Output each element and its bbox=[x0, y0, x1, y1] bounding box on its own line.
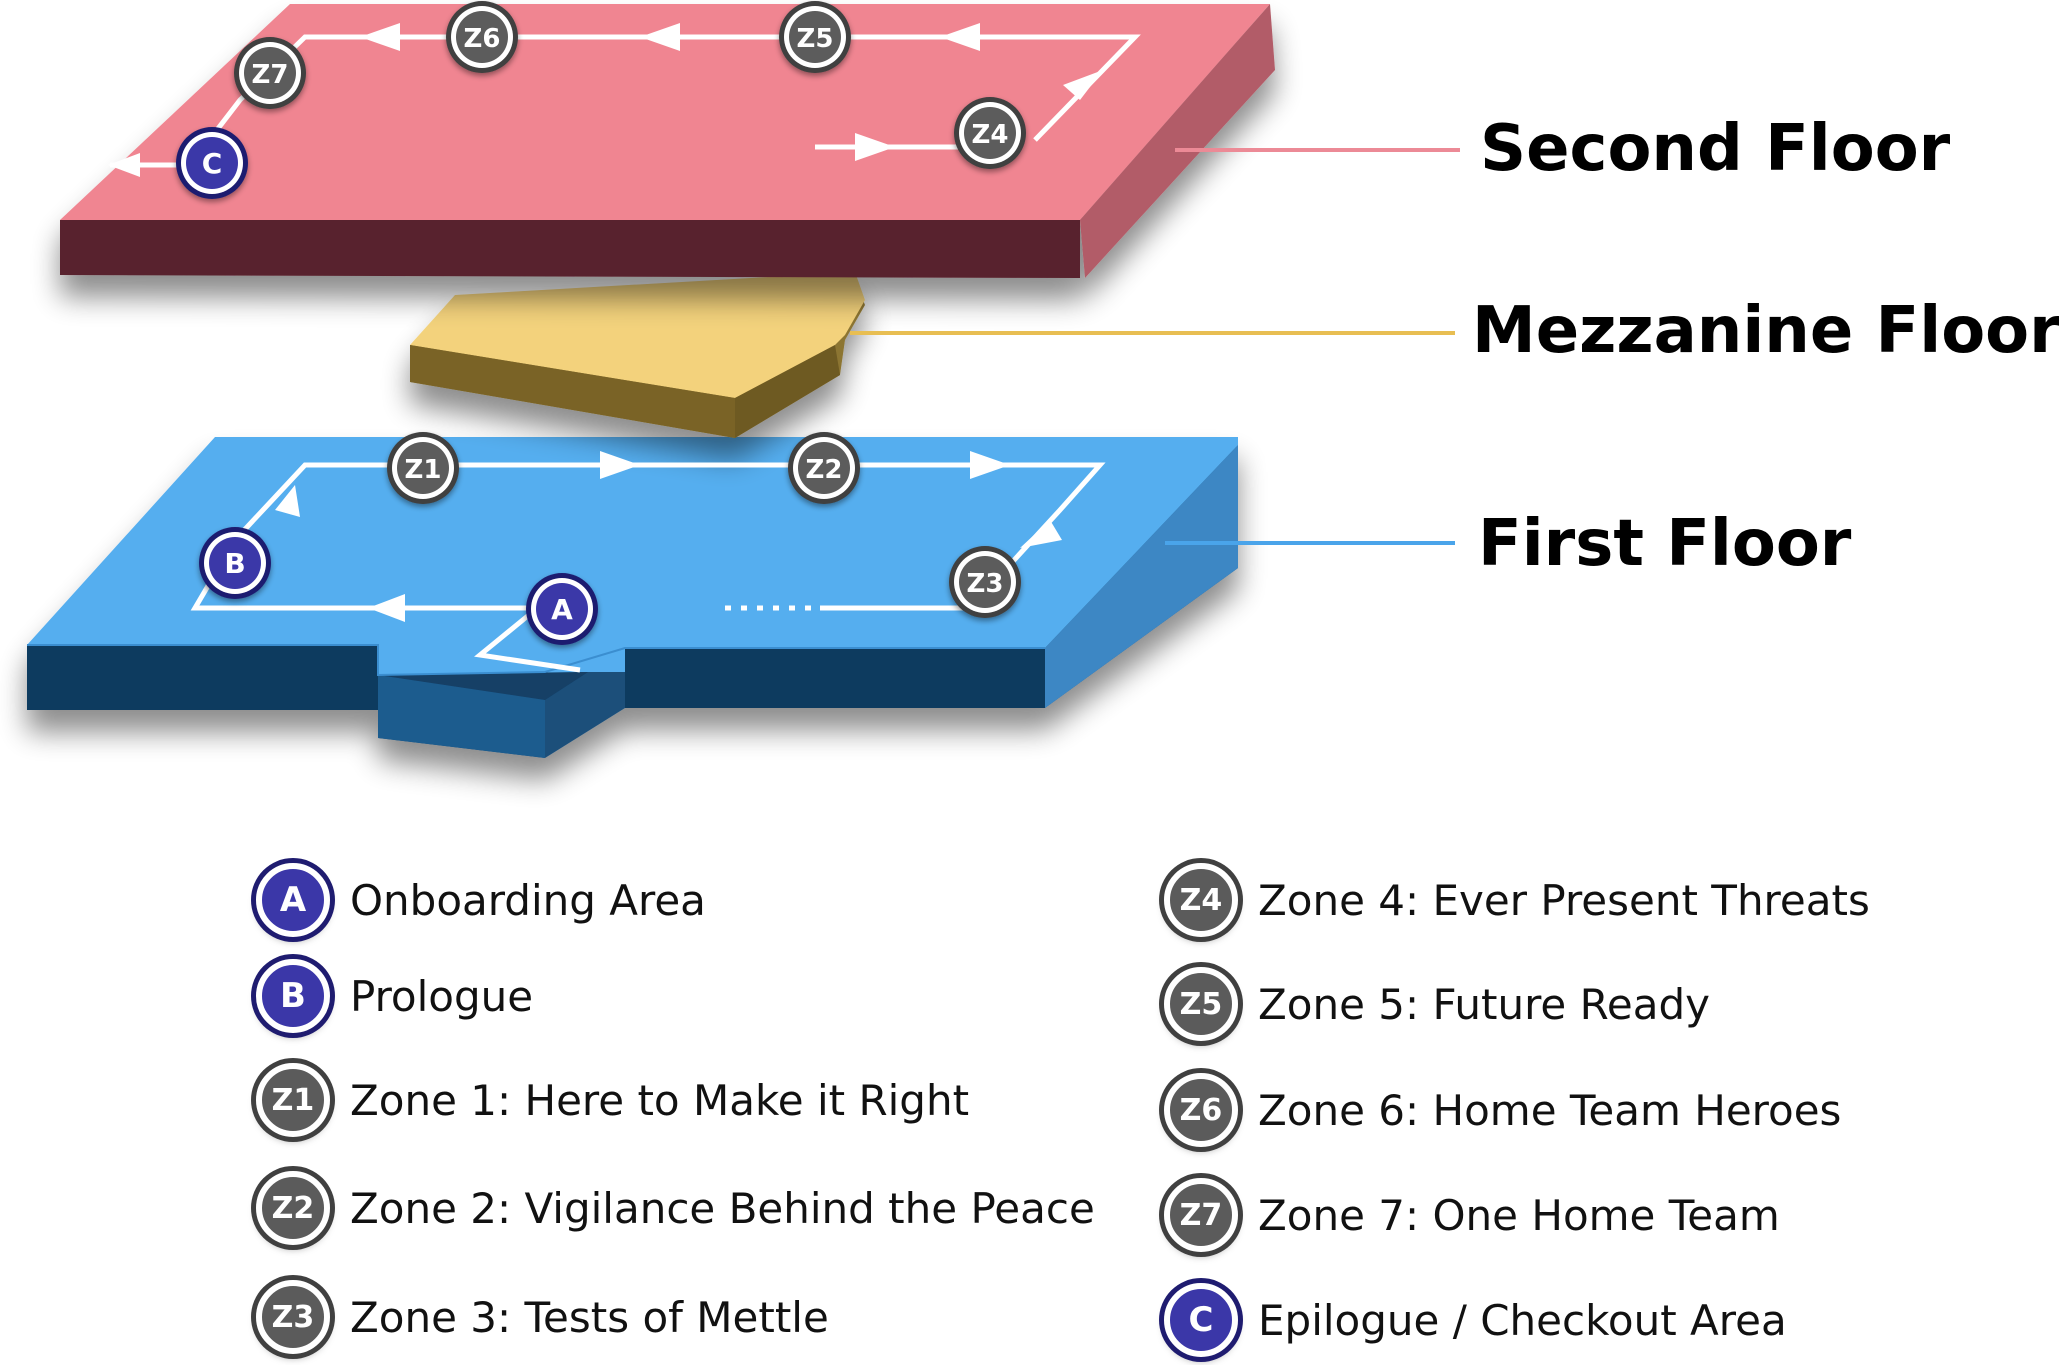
legend-label-z6: Zone 6: Home Team Heroes bbox=[1258, 1085, 1842, 1135]
second-floor-label: Second Floor bbox=[1480, 112, 1951, 186]
legend-item-z7: Z7 Zone 7: One Home Team bbox=[1158, 1173, 1780, 1257]
legend-badge-z4: Z4 bbox=[1164, 863, 1238, 937]
first-floor-label: First Floor bbox=[1478, 507, 1852, 581]
floor-plan-map: Second Floor Mezzanine Floor First Floor… bbox=[27, 1, 2059, 758]
marker-c-label: C bbox=[202, 147, 223, 180]
marker-z2: Z2 bbox=[788, 432, 860, 504]
legend-item-z6: Z6 Zone 6: Home Team Heroes bbox=[1158, 1068, 1841, 1152]
legend-badge-z2: Z2 bbox=[256, 1171, 330, 1245]
legend-badge-z1: Z1 bbox=[256, 1063, 330, 1137]
marker-z5-label: Z5 bbox=[797, 24, 834, 54]
legend-label-z1: Zone 1: Here to Make it Right bbox=[350, 1075, 970, 1125]
legend-item-z5: Z5 Zone 5: Future Ready bbox=[1158, 962, 1710, 1046]
first-floor-slab bbox=[27, 437, 1238, 758]
legend-badge-a: A bbox=[256, 863, 330, 937]
legend-label-a: Onboarding Area bbox=[350, 875, 706, 925]
legend-item-z3: Z3 Zone 3: Tests of Mettle bbox=[250, 1275, 829, 1359]
marker-z3: Z3 bbox=[949, 546, 1021, 618]
marker-z6-label: Z6 bbox=[464, 24, 501, 54]
legend-badge-z7: Z7 bbox=[1164, 1178, 1238, 1252]
marker-z1-label: Z1 bbox=[405, 455, 442, 485]
legend-label-z5: Zone 5: Future Ready bbox=[1258, 979, 1710, 1029]
marker-z2-label: Z2 bbox=[806, 455, 843, 485]
legend-badge-z5: Z5 bbox=[1164, 967, 1238, 1041]
marker-z3-label: Z3 bbox=[967, 569, 1004, 599]
legend-item-z1: Z1 Zone 1: Here to Make it Right bbox=[250, 1058, 969, 1142]
legend-label-b: Prologue bbox=[350, 971, 534, 1021]
marker-a-label: A bbox=[551, 593, 573, 626]
legend-item-z4: Z4 Zone 4: Ever Present Threats bbox=[1158, 858, 1870, 942]
marker-a: A bbox=[526, 573, 598, 645]
legend-item-z2: Z2 Zone 2: Vigilance Behind the Peace bbox=[250, 1166, 1095, 1250]
marker-c: C bbox=[176, 127, 248, 199]
legend-label-z7: Zone 7: One Home Team bbox=[1258, 1190, 1780, 1240]
mezzanine-floor-label: Mezzanine Floor bbox=[1472, 294, 2059, 368]
legend-badge-z3: Z3 bbox=[256, 1280, 330, 1354]
legend-item-c: C Epilogue / Checkout Area bbox=[1158, 1278, 1787, 1362]
marker-z7-label: Z7 bbox=[252, 60, 289, 90]
legend-item-a: A Onboarding Area bbox=[250, 858, 706, 942]
marker-z4-label: Z4 bbox=[972, 120, 1009, 150]
legend-badge-z6: Z6 bbox=[1164, 1073, 1238, 1147]
marker-z4: Z4 bbox=[954, 97, 1026, 169]
marker-z1: Z1 bbox=[387, 432, 459, 504]
marker-z6: Z6 bbox=[446, 1, 518, 73]
legend-label-z2: Zone 2: Vigilance Behind the Peace bbox=[350, 1183, 1095, 1233]
marker-b: B bbox=[199, 527, 271, 599]
legend-label-c: Epilogue / Checkout Area bbox=[1258, 1295, 1787, 1345]
legend-label-z3: Zone 3: Tests of Mettle bbox=[350, 1292, 829, 1342]
marker-b-label: B bbox=[224, 547, 245, 580]
legend-badge-b: B bbox=[256, 959, 330, 1033]
mezzanine-floor-slab bbox=[410, 272, 865, 438]
legend-item-b: B Prologue bbox=[250, 954, 533, 1038]
marker-z7: Z7 bbox=[234, 37, 306, 109]
marker-z5: Z5 bbox=[779, 1, 851, 73]
legend-badge-c: C bbox=[1164, 1283, 1238, 1357]
legend-label-z4: Zone 4: Ever Present Threats bbox=[1258, 875, 1870, 925]
